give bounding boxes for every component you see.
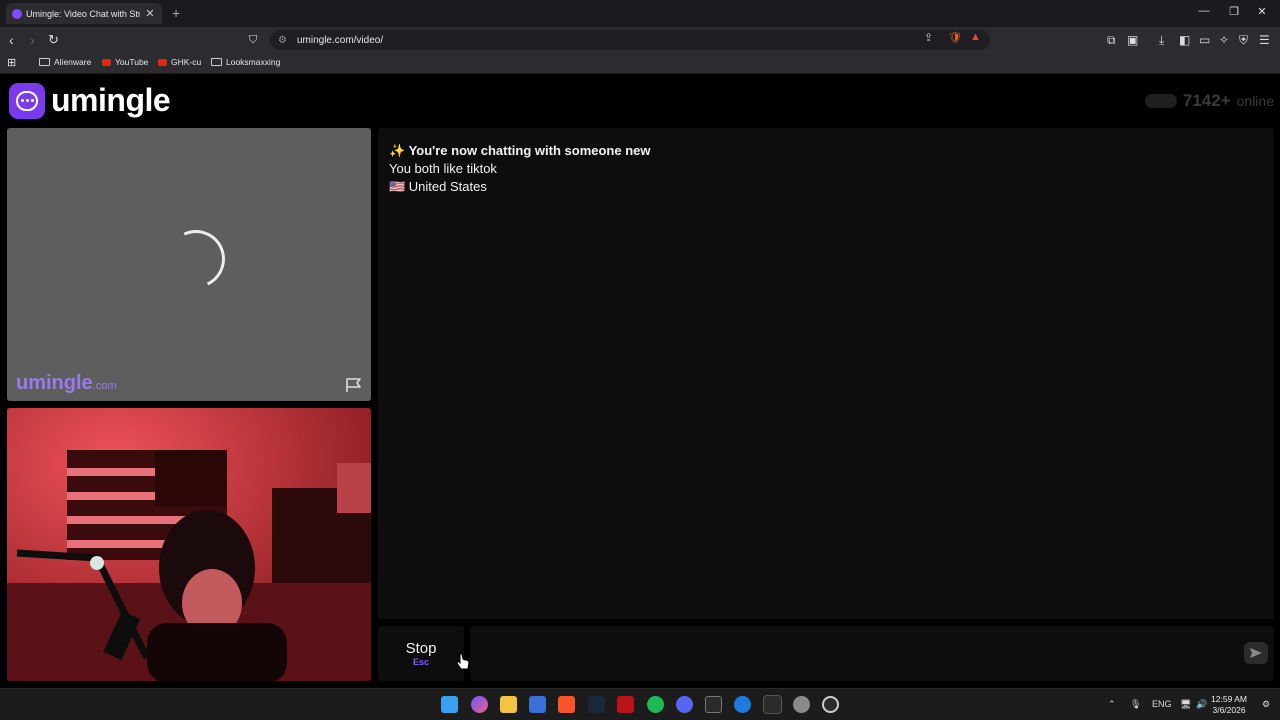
online-indicator: 7142+ online	[1144, 91, 1274, 111]
bookmark-ghk-cu[interactable]: GHK-cu	[158, 57, 201, 67]
windows-taskbar: ⌃ 🎙 ENG 🖥 🔊 12:59 AM 3/6/2026 ⚙	[0, 688, 1280, 720]
alienware-icon[interactable]	[617, 696, 634, 713]
notifications-icon[interactable]: ⚙	[1262, 699, 1270, 710]
folder-icon	[211, 58, 222, 66]
downloads-icon[interactable]: ⤓	[1159, 33, 1164, 48]
address-bar[interactable]: ⚙ umingle.com/video/	[270, 30, 990, 50]
start-menu-icon[interactable]	[441, 696, 458, 713]
message-input[interactable]	[470, 626, 1274, 681]
site-info-icon[interactable]: ⚙	[278, 35, 287, 46]
system-message: ✨ You're now chatting with someone new	[389, 143, 651, 158]
epic-games-icon[interactable]	[705, 696, 722, 713]
terminal-icon[interactable]	[763, 695, 782, 714]
hand-cursor-icon	[456, 653, 470, 670]
sidebar-icon[interactable]: ◧	[1179, 33, 1190, 47]
clock-time: 12:59 AM	[1211, 694, 1247, 704]
language-indicator[interactable]: ENG	[1152, 699, 1172, 709]
menu-icon[interactable]: ☰	[1259, 33, 1270, 47]
self-camera-video	[7, 408, 371, 681]
browser-tab-strip: Umingle: Video Chat with Str ✕ + — ❐ ✕	[0, 0, 1280, 27]
microsoft-store-icon[interactable]	[529, 696, 546, 713]
show-hidden-icons-icon[interactable]: ⌃	[1108, 699, 1116, 710]
browser-nav-bar: ‹ › ↻ ⛉ ⚙ umingle.com/video/ ⇪ 🛡 ▲ ⧉ ▣ ⤓…	[0, 27, 1280, 53]
stop-label: Stop	[405, 640, 437, 657]
loading-spinner-icon	[158, 221, 234, 297]
copilot-icon[interactable]	[471, 696, 488, 713]
bookmark-label: GHK-cu	[171, 57, 202, 67]
bookmarks-bar: ⊞ Alienware YouTube GHK-cu Looksmaxxing	[0, 53, 1280, 74]
report-flag-icon[interactable]	[345, 377, 363, 393]
chat-bubble-logo-icon	[9, 82, 45, 119]
screenshot-icon[interactable]: ▣	[1127, 33, 1138, 47]
online-label: online	[1236, 93, 1274, 109]
clock[interactable]: 12:59 AM 3/6/2026	[1211, 694, 1247, 716]
tab-close-icon[interactable]: ✕	[144, 7, 156, 20]
reload-icon[interactable]: ↻	[48, 32, 59, 48]
tab-title: Umingle: Video Chat with Str	[26, 8, 140, 19]
new-tab-icon[interactable]: +	[172, 5, 180, 21]
spotify-icon[interactable]	[647, 696, 664, 713]
logo-text: umingle	[51, 82, 171, 118]
site-logo[interactable]: umingle	[9, 82, 171, 119]
leo-ai-icon[interactable]: ✧	[1219, 33, 1229, 47]
page-content: umingle 7142+ online umingle.com ✨ You'r…	[0, 75, 1280, 686]
youtube-icon	[102, 58, 111, 66]
stranger-video: umingle.com	[7, 128, 371, 401]
brave-browser-icon[interactable]	[558, 696, 575, 713]
app-icon[interactable]	[822, 696, 839, 713]
brave-rewards-icon[interactable]: ▲	[970, 31, 981, 43]
app-icon[interactable]	[734, 696, 751, 713]
close-window-icon[interactable]: ✕	[1242, 5, 1280, 18]
send-button[interactable]	[1244, 642, 1268, 664]
webcam-feed-image	[7, 408, 371, 681]
bookmark-youtube[interactable]: YouTube	[102, 57, 148, 67]
forward-icon[interactable]: ›	[30, 32, 35, 48]
microphone-icon[interactable]: 🎙	[1130, 699, 1141, 710]
steam-icon[interactable]	[588, 696, 605, 713]
country-message: 🇺🇸 United States	[389, 179, 487, 194]
wallet-icon[interactable]: ▭	[1199, 33, 1210, 47]
extensions-icon[interactable]: ⧉	[1107, 33, 1116, 48]
folder-icon	[39, 58, 50, 66]
bookmark-alienware[interactable]: Alienware	[39, 57, 91, 67]
chat-log: ✨ You're now chatting with someone new Y…	[378, 128, 1274, 619]
file-explorer-icon[interactable]	[500, 696, 517, 713]
network-icon[interactable]: 🖥	[1180, 699, 1191, 710]
volume-icon[interactable]: 🔊	[1196, 699, 1207, 710]
tab-favicon-icon	[12, 8, 22, 19]
discord-icon[interactable]	[676, 696, 693, 713]
stop-button[interactable]: Stop Esc	[378, 626, 464, 681]
online-count: 7142+	[1182, 91, 1231, 110]
url-text: umingle.com/video/	[296, 34, 384, 46]
video-watermark: umingle.com	[16, 372, 117, 394]
back-icon[interactable]: ‹	[9, 32, 14, 48]
bookmark-icon[interactable]: ⛉	[249, 32, 257, 48]
brave-shields-icon[interactable]: 🛡	[948, 31, 962, 44]
browser-tab[interactable]: Umingle: Video Chat with Str ✕	[6, 3, 162, 24]
vpn-icon[interactable]: ⛨	[1239, 33, 1248, 48]
bookmark-label: YouTube	[115, 57, 149, 67]
share-icon[interactable]: ⇪	[924, 31, 933, 44]
apps-grid-icon[interactable]: ⊞	[7, 56, 16, 69]
common-interest-message: You both like tiktok	[389, 161, 497, 176]
bookmark-looksmaxxing[interactable]: Looksmaxxing	[211, 57, 280, 67]
clock-date: 3/6/2026	[1212, 705, 1246, 715]
settings-icon[interactable]	[793, 696, 810, 713]
theme-toggle[interactable]	[1144, 94, 1177, 108]
bookmark-label: Looksmaxxing	[226, 57, 281, 67]
send-icon	[1250, 648, 1262, 658]
stop-shortcut: Esc	[412, 657, 429, 667]
bookmark-label: Alienware	[54, 57, 92, 67]
youtube-icon	[158, 58, 167, 66]
